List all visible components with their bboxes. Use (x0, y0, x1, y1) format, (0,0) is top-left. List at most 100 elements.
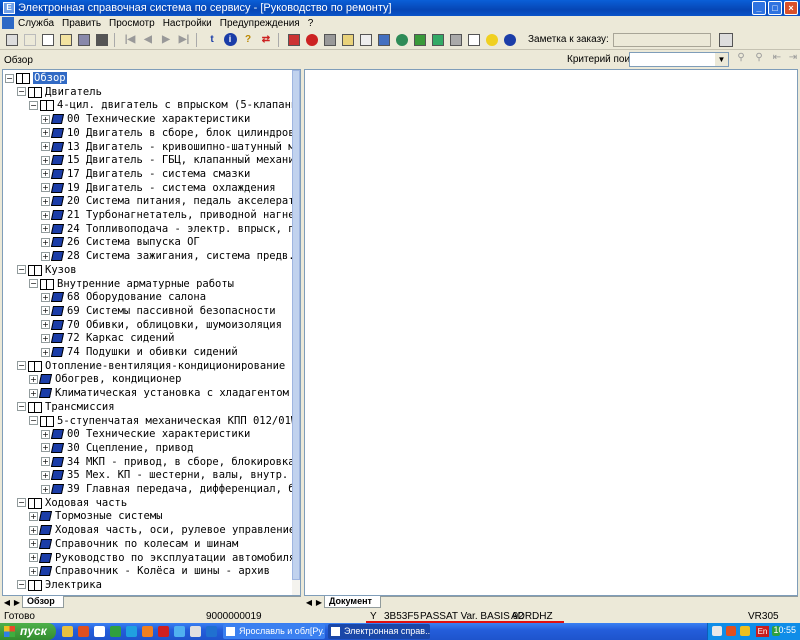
print-icon[interactable] (4, 32, 20, 48)
expand-icon[interactable]: + (41, 484, 50, 494)
expand-icon[interactable]: + (41, 237, 50, 247)
chart-icon[interactable] (358, 32, 374, 48)
box-icon[interactable] (340, 32, 356, 48)
tree-root[interactable]: − Обзор (5, 71, 67, 85)
tree-item[interactable]: +35 Мех. КП - шестерни, валы, внутр. пе (41, 468, 293, 482)
world-icon[interactable] (394, 32, 410, 48)
tree-item[interactable]: − 4-цил. двигатель с впрыском (5-клапанны… (29, 98, 293, 112)
tab-overview[interactable]: Обзор (22, 596, 64, 608)
tree-item[interactable]: +74 Подушки и обивки сидений (41, 345, 238, 359)
tree-item[interactable]: +34 МКП - привод, в сборе, блокировка. (41, 455, 293, 469)
expand-icon[interactable]: + (41, 347, 50, 357)
collapse-icon[interactable]: − (17, 265, 26, 275)
expand-icon[interactable]: + (41, 306, 50, 316)
expand-icon[interactable]: + (41, 142, 50, 151)
collapse-icon[interactable]: − (29, 279, 38, 288)
expand-icon[interactable]: + (41, 155, 50, 165)
tree-item-label[interactable]: 26 Система выпуска ОГ (67, 236, 200, 248)
menu-service[interactable]: Служба (18, 18, 54, 29)
bucket-icon[interactable] (376, 32, 392, 48)
expand-icon[interactable]: + (41, 333, 50, 343)
tree-item[interactable]: +68 Оборудование салона (41, 290, 206, 304)
tree-item-label[interactable]: 35 Мех. КП - шестерни, валы, внутр. пе (67, 469, 293, 481)
quicklaunch-icon[interactable] (190, 626, 201, 637)
tree-scrollbar[interactable] (292, 70, 300, 595)
tree-item[interactable]: +30 Сцепление, привод (41, 441, 193, 455)
collapse-icon[interactable]: − (29, 416, 38, 425)
tree-item[interactable]: +26 Система выпуска ОГ (41, 235, 200, 249)
tree-item-label[interactable]: 39 Главная передача, дифференциал, блок (67, 483, 293, 495)
expand-icon[interactable]: + (41, 457, 50, 467)
tree-item-label[interactable]: Ходовая часть (45, 497, 127, 509)
tree-item[interactable]: +00 Технические характеристики (41, 427, 250, 441)
tree-item-label[interactable]: Руководство по эксплуатации автомобиля (55, 552, 293, 564)
tree-item[interactable]: +21 Турбонагнетатель, приводной нагнетат (41, 208, 293, 222)
tree-item-label[interactable]: Справочник по колесам и шинам (55, 538, 238, 550)
tree-item-label[interactable]: 00 Технические характеристики (67, 428, 250, 440)
vehicle-icon[interactable] (76, 32, 92, 48)
tree-root-label[interactable]: Обзор (33, 72, 67, 84)
taskbar-item-browser[interactable]: Ярославль и обл[Ру... (223, 624, 325, 639)
menu-warnings[interactable]: Предупреждения (220, 18, 300, 29)
tree-item-label[interactable]: 68 Оборудование салона (67, 291, 206, 303)
search-criteria-select[interactable]: ▼ (629, 52, 729, 67)
collapse-icon[interactable]: − (17, 361, 26, 371)
menu-help[interactable]: ? (308, 18, 314, 29)
tree-item[interactable]: +72 Каркас сидений (41, 331, 174, 345)
expand-icon[interactable]: + (41, 210, 50, 220)
help-icon[interactable]: ? (240, 32, 256, 48)
search-icon[interactable]: ⚲ (733, 52, 749, 67)
tree-item[interactable]: − Ходовая часть (17, 496, 127, 510)
tree-item[interactable]: +15 Двигатель - ГБЦ, клапанный механизм (41, 153, 293, 167)
tree-item[interactable]: − Кузов (17, 263, 77, 277)
next-page-icon[interactable]: ▶ (158, 32, 174, 48)
tab-scroll-right-icon[interactable]: ▶ (12, 597, 22, 608)
tree-item-label[interactable]: Кузов (45, 264, 77, 276)
help-circle-icon[interactable] (502, 32, 518, 48)
expand-icon[interactable]: + (41, 114, 50, 124)
menu-edit[interactable]: Править (62, 18, 101, 29)
expand-icon[interactable]: + (29, 388, 38, 398)
tree-item[interactable]: + Ходовая часть, оси, рулевое управление, (29, 523, 293, 537)
expand-icon[interactable]: + (41, 251, 50, 261)
menu-settings[interactable]: Настройки (163, 18, 212, 29)
minimize-button[interactable]: _ (752, 1, 766, 15)
expand-icon[interactable]: + (29, 553, 38, 562)
tree-item-label[interactable]: 13 Двигатель - кривошипно-шатунный меха (67, 141, 293, 153)
tree-item-label[interactable]: Тормозные системы (55, 510, 162, 522)
quicklaunch-icon[interactable] (206, 626, 217, 637)
tree-item[interactable]: + Справочник - Колёса и шины - архив (29, 564, 270, 578)
order-note-button[interactable] (718, 32, 733, 47)
order-note-field[interactable] (612, 32, 711, 47)
expand-icon[interactable]: + (41, 320, 50, 330)
menu-view[interactable]: Просмотр (109, 18, 155, 29)
tree-item[interactable]: +69 Системы пассивной безопасности (41, 304, 276, 318)
car-icon[interactable] (94, 32, 110, 48)
expand-icon[interactable]: + (41, 224, 50, 234)
tree-item[interactable]: + Климатическая установка с хладагентом R (29, 386, 293, 400)
overview-tree-pane[interactable]: − Обзор − Двигатель −4-цил. двигатель с вп… (2, 69, 301, 596)
expand-icon[interactable]: + (41, 183, 50, 193)
swap-icon[interactable]: ⇄ (258, 32, 274, 48)
tree-item[interactable]: +70 Обивки, облицовки, шумоизоляция (41, 318, 282, 332)
quicklaunch-icon[interactable] (94, 626, 105, 637)
collapse-icon[interactable]: − (17, 87, 26, 97)
quicklaunch-icon[interactable] (110, 626, 121, 637)
previous-page-icon[interactable]: ◀ (140, 32, 156, 48)
document-icon[interactable] (2, 17, 14, 29)
expand-icon[interactable]: + (41, 292, 50, 302)
expand-icon[interactable]: + (29, 511, 38, 521)
tree-item[interactable]: +20 Система питания, педаль акселератора (41, 194, 293, 208)
quicklaunch-icon[interactable] (142, 626, 153, 637)
tree-item-label[interactable]: 17 Двигатель - система смазки (67, 168, 250, 180)
tree-item-label[interactable]: Трансмиссия (45, 401, 115, 413)
tree-item-label[interactable]: 30 Сцепление, привод (67, 442, 193, 454)
tree-item-label[interactable]: Двигатель (45, 86, 102, 98)
tree-item-label[interactable]: Климатическая установка с хладагентом R (55, 387, 293, 399)
new-document-icon[interactable] (40, 32, 56, 48)
gear-red-icon[interactable] (304, 32, 320, 48)
language-indicator[interactable]: En (756, 626, 769, 637)
tray-icon[interactable] (712, 626, 722, 636)
leaf-icon[interactable] (412, 32, 428, 48)
tree-item-label[interactable]: 74 Подушки и обивки сидений (67, 346, 238, 358)
